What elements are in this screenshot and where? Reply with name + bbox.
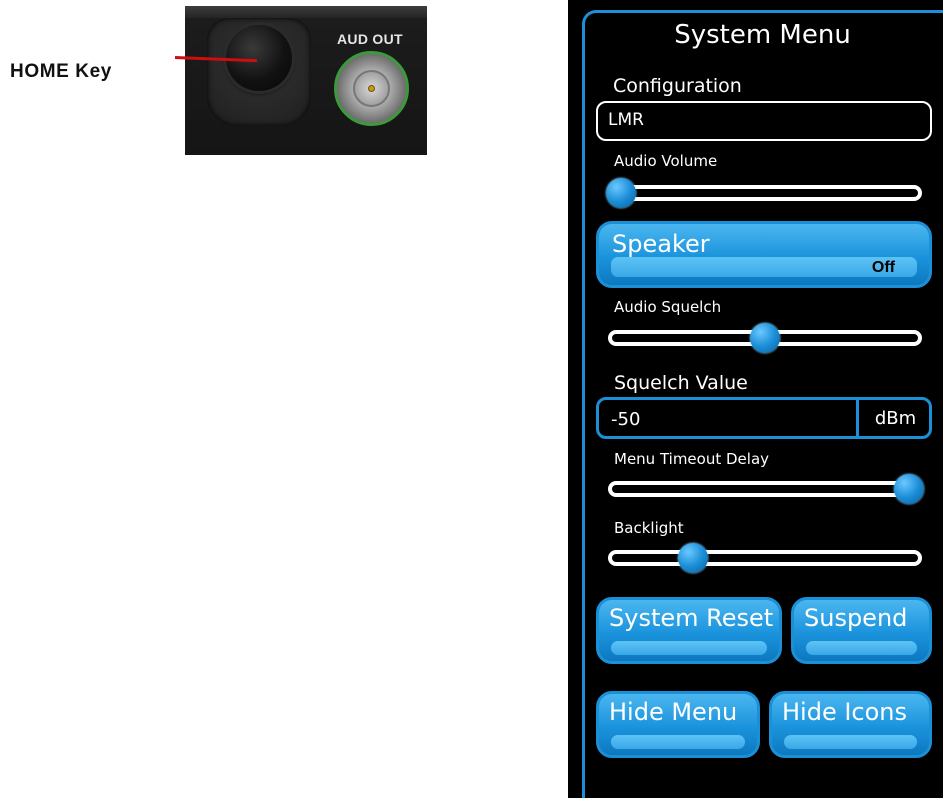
system-reset-label: System Reset (609, 604, 774, 632)
system-reset-bar (611, 641, 767, 655)
aud-out-label: AUD OUT (337, 31, 403, 47)
system-reset-button[interactable]: System Reset (596, 597, 782, 664)
hide-icons-bar (784, 735, 917, 749)
speaker-label: Speaker (612, 230, 710, 258)
audio-volume-slider-handle[interactable] (606, 178, 636, 208)
hide-icons-button[interactable]: Hide Icons (769, 691, 932, 758)
configuration-label: Configuration (613, 75, 742, 97)
hide-menu-bar (611, 735, 745, 749)
device-photo: AUD OUT (185, 6, 427, 155)
menu-title: System Menu (674, 20, 851, 50)
home-key-callout-label: HOME Key (10, 61, 112, 82)
menu-timeout-delay-slider[interactable] (608, 481, 922, 497)
backlight-label: Backlight (614, 519, 684, 537)
suspend-button[interactable]: Suspend (791, 597, 932, 664)
speaker-toggle-button[interactable]: Speaker Off (596, 221, 932, 288)
squelch-value-input[interactable]: -50 (611, 409, 640, 430)
aud-out-connector (334, 51, 409, 126)
hide-icons-label: Hide Icons (782, 698, 908, 726)
menu-timeout-delay-slider-handle[interactable] (894, 474, 924, 504)
squelch-value-field[interactable]: -50 dBm (596, 397, 932, 439)
hide-menu-label: Hide Menu (609, 698, 738, 726)
audio-volume-label: Audio Volume (614, 152, 718, 170)
suspend-label: Suspend (804, 604, 908, 632)
menu-timeout-delay-label: Menu Timeout Delay (614, 450, 770, 468)
configuration-field[interactable]: LMR (596, 101, 932, 141)
backlight-slider-handle[interactable] (678, 543, 708, 573)
device-edge (185, 6, 427, 18)
speaker-state: Off (871, 259, 895, 276)
squelch-unit: dBm (874, 408, 917, 429)
audio-squelch-slider-handle[interactable] (750, 323, 780, 353)
audio-squelch-label: Audio Squelch (614, 298, 722, 316)
connector-center (353, 70, 390, 107)
suspend-bar (806, 641, 917, 655)
backlight-slider[interactable] (608, 550, 922, 566)
squelch-value-label: Squelch Value (614, 372, 748, 394)
hide-menu-button[interactable]: Hide Menu (596, 691, 760, 758)
connector-pin (368, 85, 375, 92)
audio-volume-slider[interactable] (608, 185, 922, 201)
